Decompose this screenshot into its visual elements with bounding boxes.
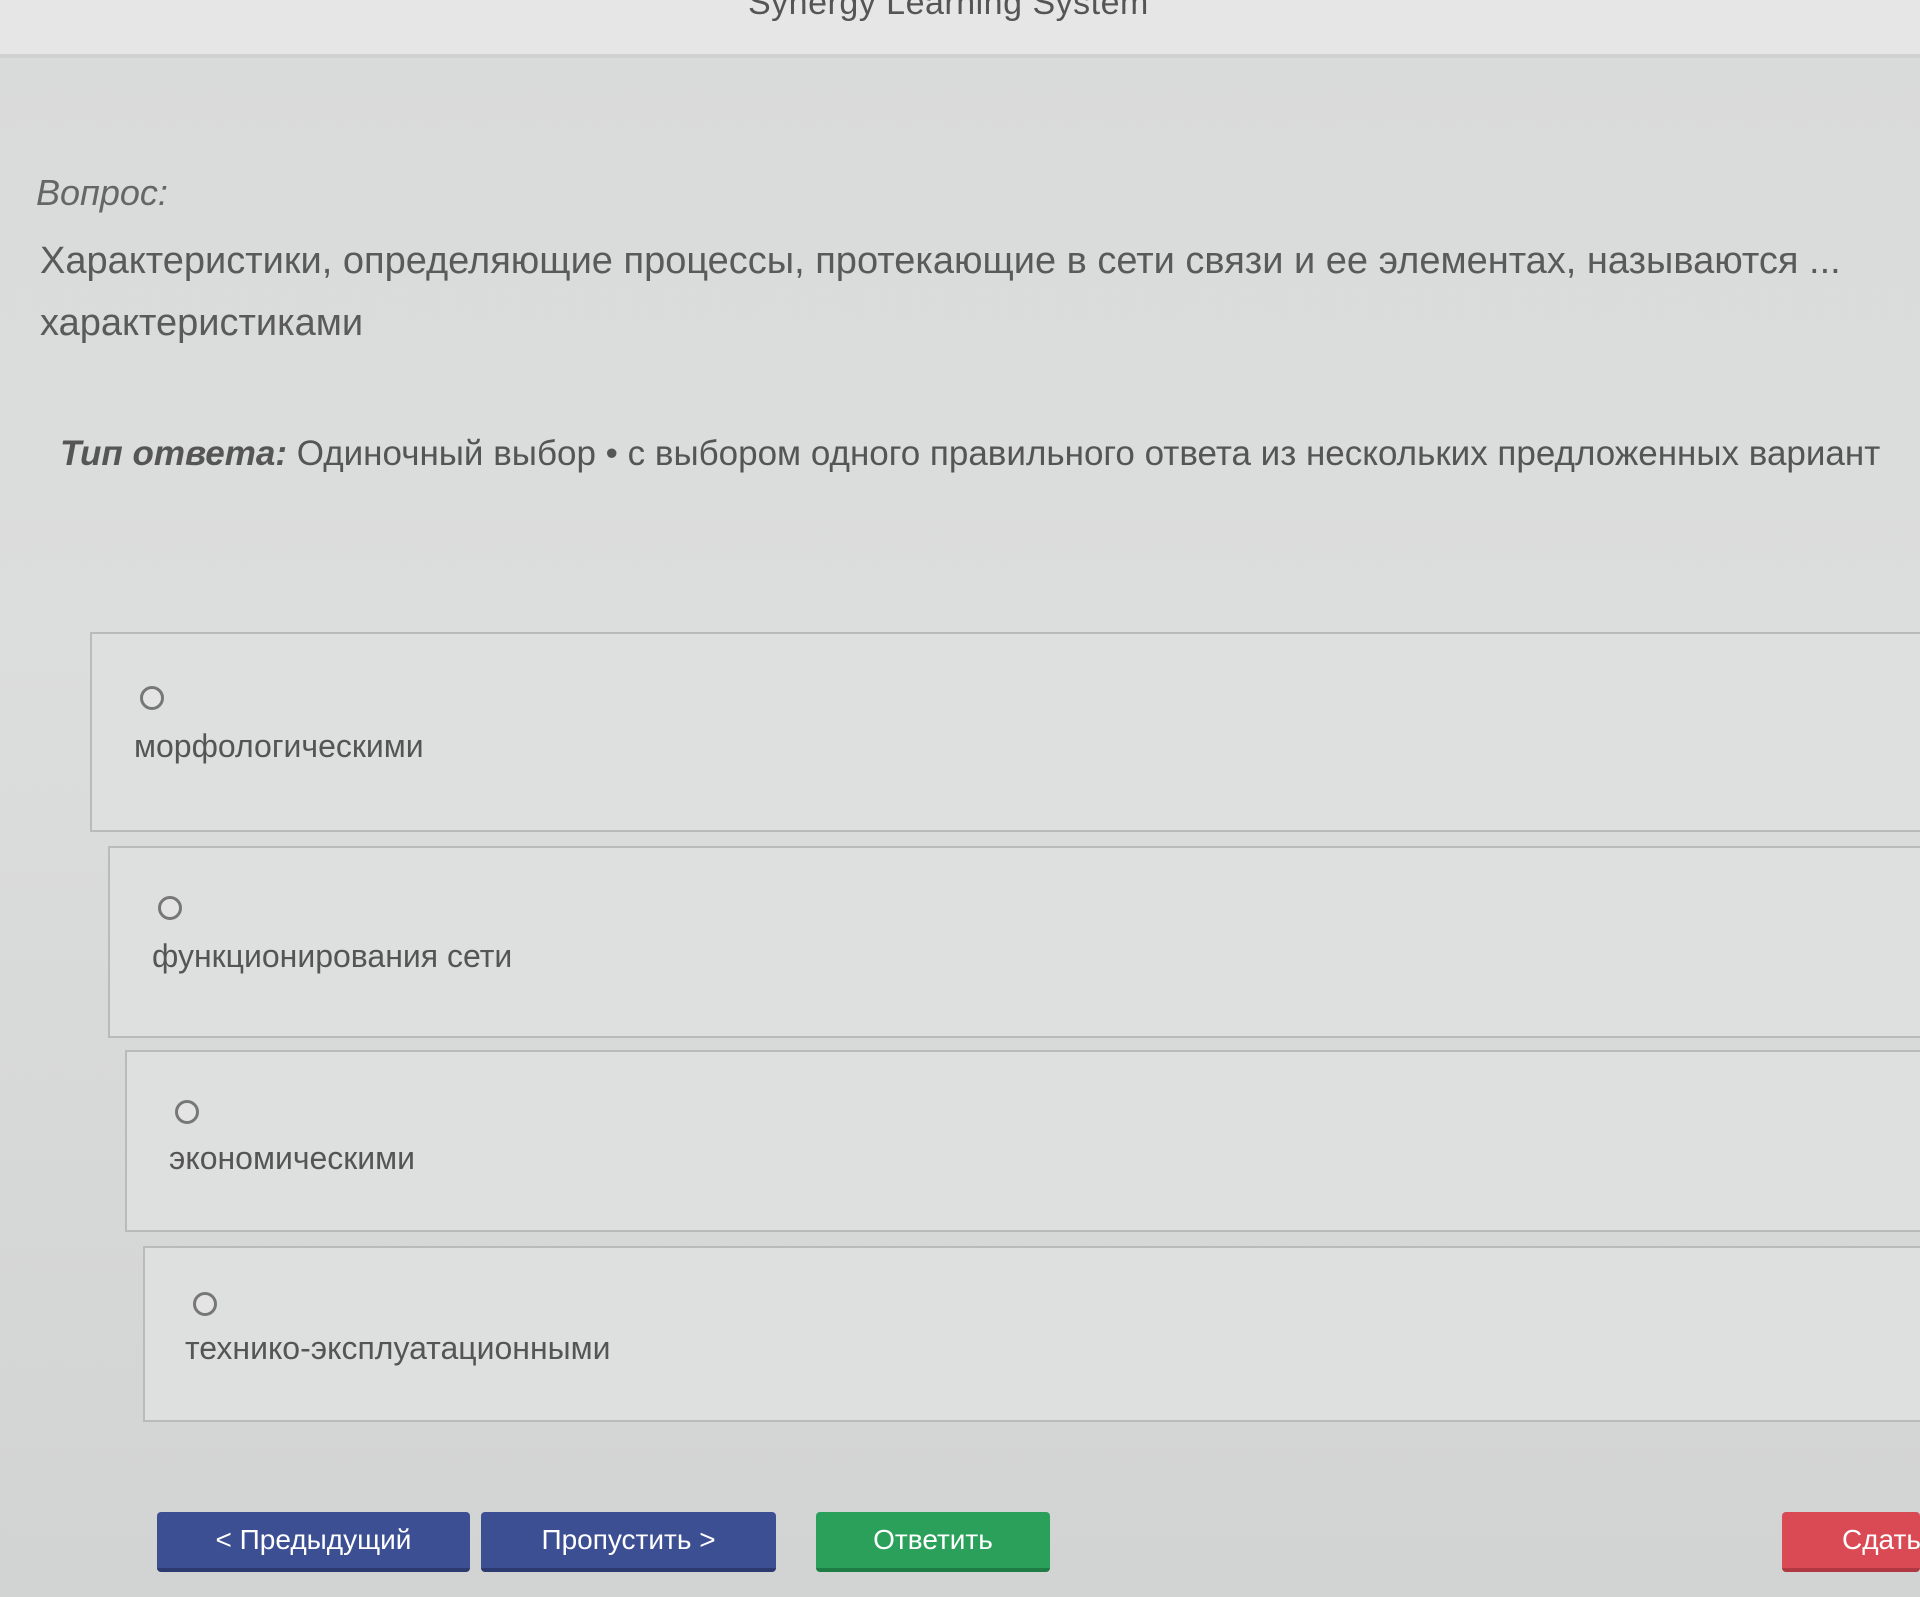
radio-button-icon[interactable] [140,686,164,710]
answer-option-1[interactable]: морфологическими [90,632,1920,832]
previous-button[interactable]: < Предыдущий [157,1512,470,1572]
answer-type-value: Одиночный выбор • с выбором одного прави… [296,434,1881,473]
radio-button-icon[interactable] [158,896,182,920]
answer-button[interactable]: Ответить [816,1512,1050,1572]
radio-button-icon[interactable] [175,1100,199,1124]
answer-option-label: экономическими [169,1140,416,1176]
question-label: Вопрос: [36,172,168,213]
answer-option-label: морфологическими [134,728,424,764]
question-text: Характеристики, определяющие процессы, п… [40,240,1841,344]
answer-type: Тип ответа: Одиночный выбор • с выбором … [60,434,1920,474]
submit-button[interactable]: Сдать [1782,1512,1920,1572]
answer-option-label: технико-эксплуатационными [185,1330,611,1366]
answer-option-4[interactable]: технико-эксплуатационными [143,1246,1920,1422]
answer-option-3[interactable]: экономическими [125,1050,1920,1232]
skip-button[interactable]: Пропустить > [481,1512,776,1572]
answer-option-label: функционирования сети [152,938,513,974]
answer-type-label: Тип ответа: [60,434,288,473]
top-header: Synergy Learning System [0,0,1920,58]
answer-option-2[interactable]: функционирования сети [108,846,1920,1038]
radio-button-icon[interactable] [193,1292,217,1316]
app-title: Synergy Learning System [748,0,1149,22]
